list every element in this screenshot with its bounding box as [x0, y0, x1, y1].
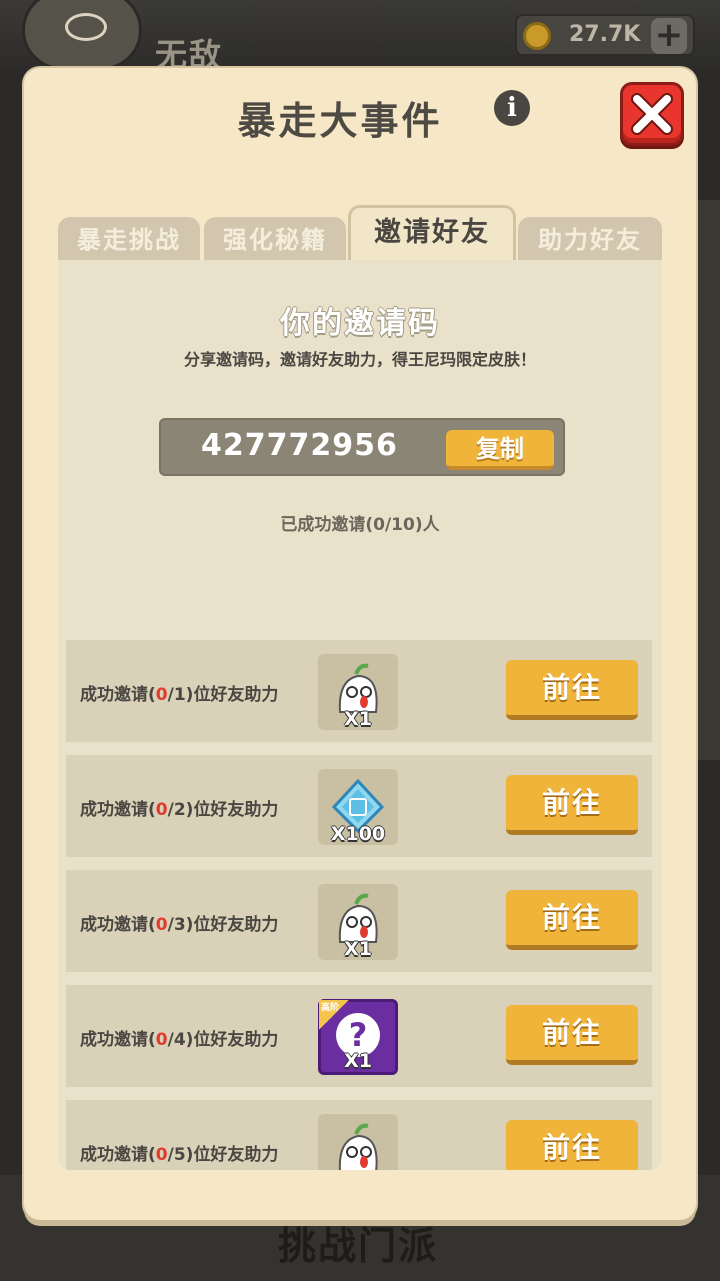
tab-bar: 暴走挑战 强化秘籍 邀请好友 助力好友 — [58, 205, 662, 261]
tab-help-friends[interactable]: 助力好友 — [518, 217, 662, 261]
invite-code-subtitle: 分享邀请码，邀请好友助力，得王尼玛限定皮肤！ — [183, 350, 536, 369]
currency-display: 27.7K + — [515, 14, 695, 56]
event-dialog: 暴走大事件 i 暴走挑战 强化秘籍 邀请好友 助力好友 你的邀请码 分享邀请码，… — [24, 68, 696, 1220]
background-bottom-label: 挑战门派 — [278, 1224, 439, 1268]
tab-invite-friends[interactable]: 邀请好友 — [348, 205, 516, 261]
ghost-icon: X1 — [318, 654, 398, 730]
reward-quantity: X2 — [318, 1168, 398, 1170]
ghost-icon: X1 — [318, 884, 398, 960]
go-button[interactable]: 前往 — [506, 775, 638, 835]
reward-requirement: 成功邀请(0/2)位好友助力 — [80, 800, 279, 820]
close-icon — [631, 93, 673, 135]
reward-requirement: 成功邀请(0/5)位好友助力 — [80, 1145, 279, 1165]
go-button[interactable]: 前往 — [506, 1005, 638, 1065]
info-icon[interactable]: i — [494, 90, 530, 126]
reward-quantity: X1 — [344, 938, 372, 960]
advanced-badge: 高阶 — [319, 1000, 349, 1030]
reward-requirement: 成功邀请(0/4)位好友助力 — [80, 1030, 279, 1050]
reward-row: 成功邀请(0/1)位好友助力 X1 前往 — [66, 640, 652, 742]
ghost-icon: X2 — [318, 1114, 398, 1170]
add-currency-icon: + — [651, 18, 687, 54]
currency-amount: 27.7K — [569, 22, 641, 47]
mystery-box-icon: 高阶 ? X1 — [318, 999, 398, 1075]
reward-row: 成功邀请(0/5)位好友助力 X2 前往 — [66, 1100, 652, 1170]
dialog-title: 暴走大事件 — [24, 90, 696, 145]
invite-panel: 你的邀请码 分享邀请码，邀请好友助力，得王尼玛限定皮肤！ 427772956 复… — [58, 260, 662, 1170]
player-avatar — [22, 0, 142, 70]
invite-status: 已成功邀请(0/10)人 — [280, 515, 440, 535]
reward-quantity: X1 — [344, 708, 372, 730]
go-button[interactable]: 前往 — [506, 890, 638, 950]
tab-rampage-challenge[interactable]: 暴走挑战 — [58, 217, 200, 261]
reward-row: 成功邀请(0/4)位好友助力 高阶 ? X1 前往 — [66, 985, 652, 1087]
coin-icon — [523, 22, 551, 50]
reward-requirement: 成功邀请(0/1)位好友助力 — [80, 685, 279, 705]
tab-upgrade-manual[interactable]: 强化秘籍 — [204, 217, 346, 261]
dialog-title-text: 暴走大事件 — [237, 99, 443, 143]
reward-row: 成功邀请(0/3)位好友助力 X1 前往 — [66, 870, 652, 972]
copy-button[interactable]: 复制 — [446, 430, 554, 470]
diamond-icon: X100 — [318, 769, 398, 845]
go-button[interactable]: 前往 — [506, 1120, 638, 1170]
invite-code-box: 427772956 复制 — [159, 418, 565, 476]
svg-text:?: ? — [349, 1016, 368, 1054]
close-button[interactable] — [620, 82, 684, 146]
invite-code-heading: 你的邀请码 — [280, 306, 440, 341]
reward-quantity: X1 — [344, 1050, 372, 1072]
reward-quantity: X100 — [330, 823, 386, 845]
reward-requirement: 成功邀请(0/3)位好友助力 — [80, 915, 279, 935]
go-button[interactable]: 前往 — [506, 660, 638, 720]
invite-code-value: 427772956 — [201, 428, 398, 463]
reward-row: 成功邀请(0/2)位好友助力 X100 前往 — [66, 755, 652, 857]
